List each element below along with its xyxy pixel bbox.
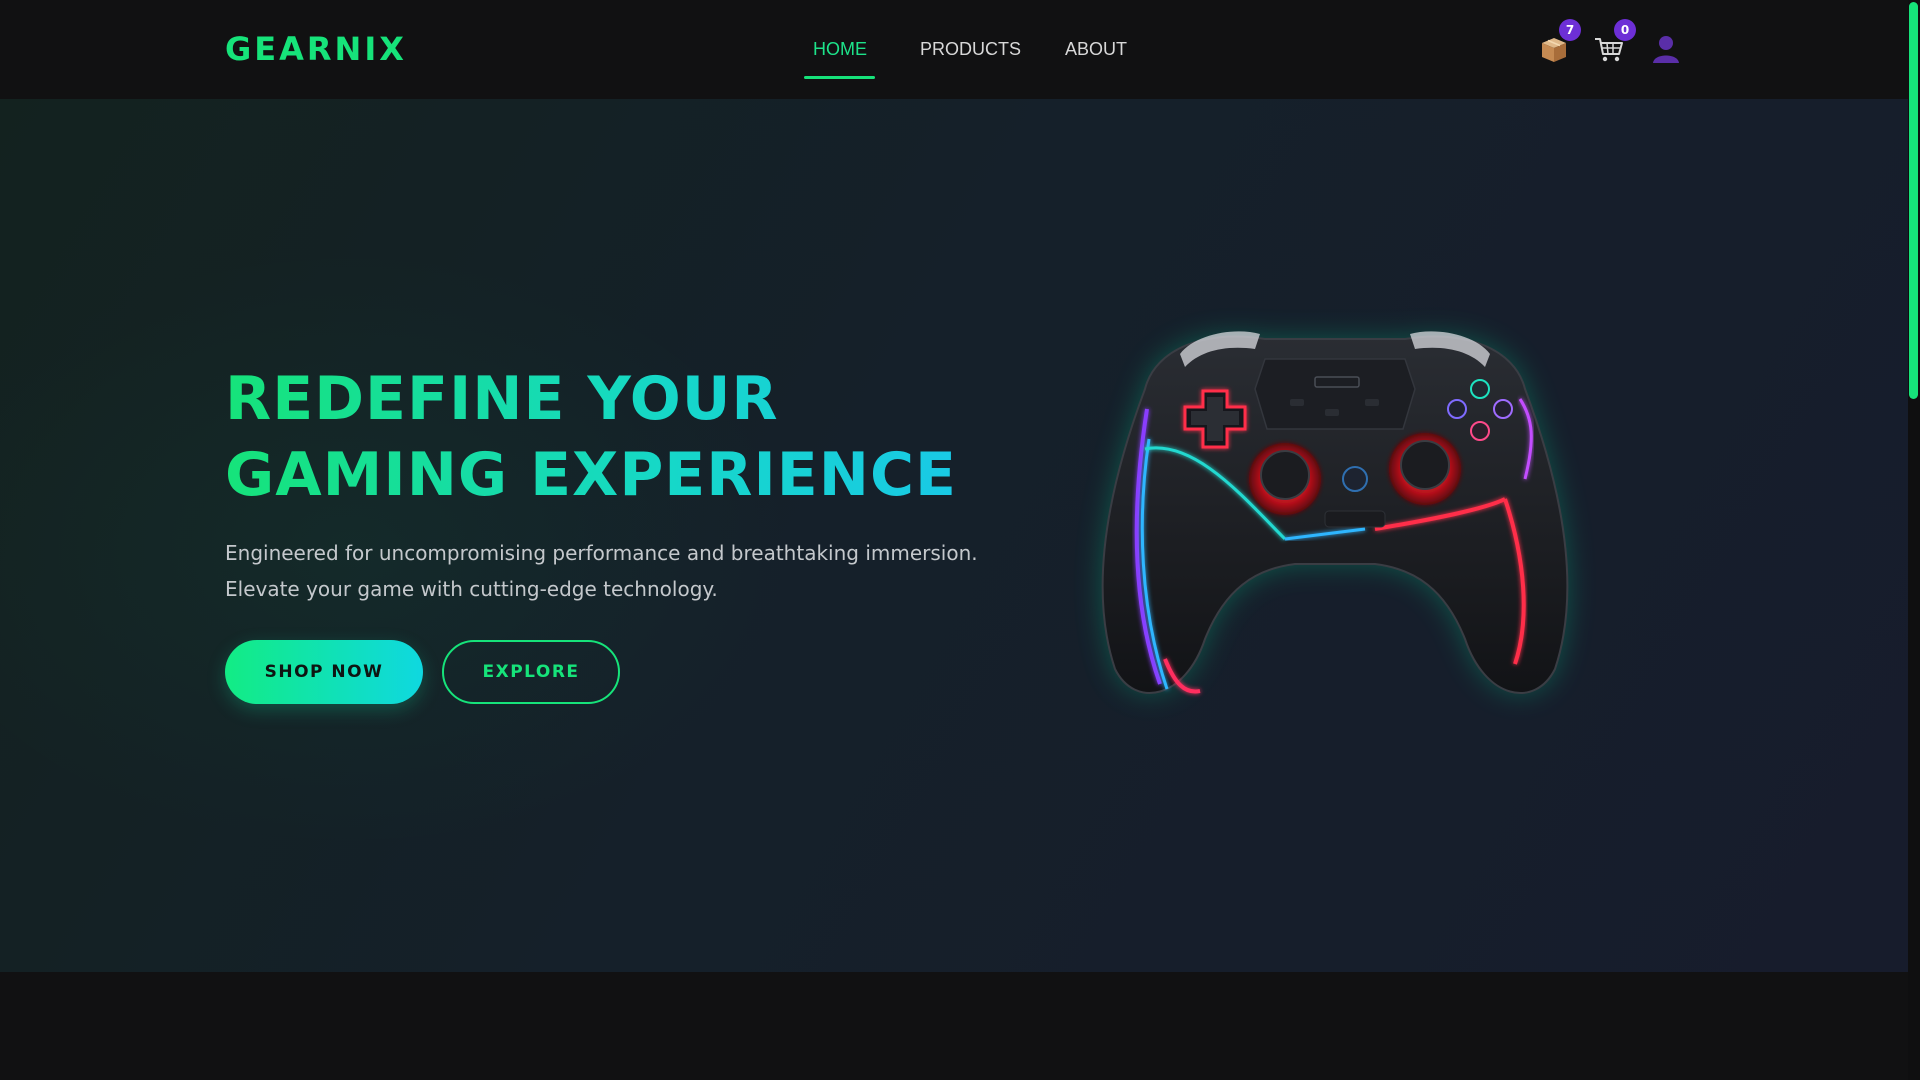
hero-headline-line-2: GAMING EXPERIENCE xyxy=(225,437,957,513)
shop-now-button[interactable]: SHOP NOW xyxy=(225,640,423,704)
hero-subtitle-line-2: Elevate your game with cutting-edge tech… xyxy=(225,577,718,601)
nav-link-about[interactable]: ABOUT xyxy=(1065,39,1127,60)
scrollbar-thumb[interactable] xyxy=(1909,2,1918,399)
gamepad-controller-image xyxy=(1085,279,1585,749)
page-footer-area xyxy=(0,972,1908,1080)
hero-subtitle-line-1: Engineered for uncompromising performanc… xyxy=(225,541,978,565)
user-icon[interactable] xyxy=(1650,34,1682,64)
hero-section: REDEFINE YOUR GAMING EXPERIENCE Engineer… xyxy=(0,99,1908,972)
nav-link-home[interactable]: HOME xyxy=(813,39,867,60)
nav-link-products[interactable]: PRODUCTS xyxy=(920,39,1021,60)
navbar: GEARNIX HOME PRODUCTS ABOUT 7 0 xyxy=(0,0,1908,99)
hero-headline-line-1: REDEFINE YOUR xyxy=(225,361,957,437)
hero-headline: REDEFINE YOUR GAMING EXPERIENCE xyxy=(225,361,957,513)
explore-button[interactable]: EXPLORE xyxy=(442,640,620,704)
active-nav-indicator xyxy=(804,76,875,79)
brand-logo[interactable]: GEARNIX xyxy=(225,30,407,68)
hero-subtitle: Engineered for uncompromising performanc… xyxy=(225,535,985,607)
package-count-badge: 7 xyxy=(1559,19,1581,41)
cart-count-badge: 0 xyxy=(1614,19,1636,41)
